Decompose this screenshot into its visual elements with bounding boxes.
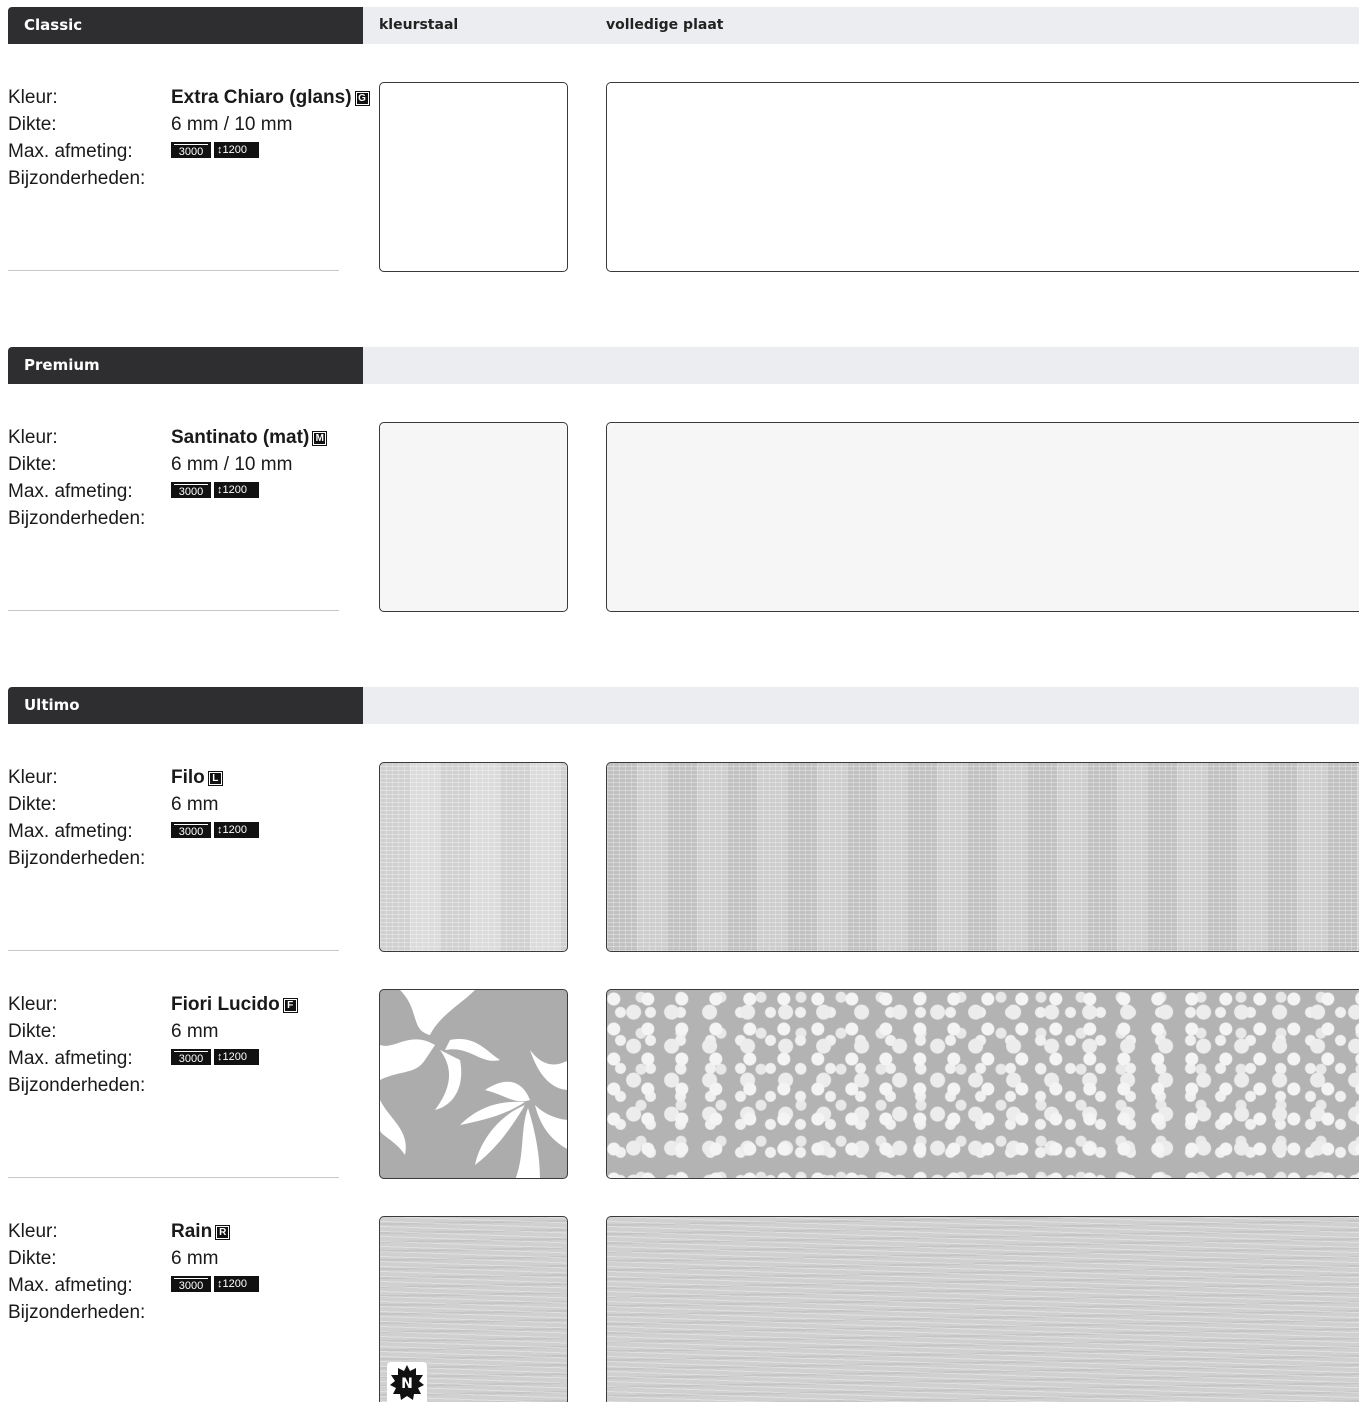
- swatch-sample: [379, 422, 568, 612]
- label-afmeting: Max. afmeting:: [8, 1275, 133, 1296]
- height-dimension: ↕1200: [214, 142, 259, 158]
- product-name-text: Santinato (mat): [171, 427, 310, 448]
- width-dimension: 3000: [171, 1276, 211, 1292]
- finish-badge: F: [282, 998, 298, 1013]
- max-dimensions: 3000 ↕1200: [171, 482, 259, 498]
- width-dimension: 3000: [171, 1049, 211, 1065]
- section-header-ultimo: Ultimo: [8, 687, 363, 724]
- section-title: Premium: [24, 356, 100, 374]
- section-header-classic: Classic: [8, 7, 363, 44]
- label-afmeting: Max. afmeting:: [8, 481, 133, 502]
- product-thickness: 6 mm / 10 mm: [171, 454, 293, 475]
- divider: [8, 270, 339, 271]
- product-name-text: Fiori Lucido: [171, 994, 280, 1015]
- product-thickness: 6 mm: [171, 794, 219, 815]
- section-title: Classic: [24, 16, 83, 34]
- product-name-text: Extra Chiaro (glans): [171, 87, 352, 108]
- label-dikte: Dikte:: [8, 114, 57, 135]
- new-badge: N: [387, 1362, 427, 1402]
- width-dimension: 3000: [171, 822, 211, 838]
- height-dimension: ↕1200: [214, 1049, 259, 1065]
- label-afmeting: Max. afmeting:: [8, 821, 133, 842]
- label-kleur: Kleur:: [8, 87, 58, 108]
- max-dimensions: 3000 ↕1200: [171, 1049, 259, 1065]
- label-bijzonderheden: Bijzonderheden:: [8, 508, 146, 529]
- section-header-band: [363, 687, 1359, 724]
- column-header-full: volledige plaat: [606, 17, 724, 33]
- finish-badge: L: [207, 771, 223, 786]
- label-bijzonderheden: Bijzonderheden:: [8, 1302, 146, 1323]
- width-dimension: 3000: [171, 482, 211, 498]
- label-kleur: Kleur:: [8, 767, 58, 788]
- column-header-swatch: kleurstaal: [379, 17, 459, 33]
- product-thickness: 6 mm / 10 mm: [171, 114, 293, 135]
- max-dimensions: 3000 ↕1200: [171, 142, 259, 158]
- product-name: Rain R: [171, 1218, 231, 1245]
- finish-badge: M: [312, 431, 328, 446]
- label-bijzonderheden: Bijzonderheden:: [8, 168, 146, 189]
- section-header-band: [363, 347, 1359, 384]
- height-dimension: ↕1200: [214, 1276, 259, 1292]
- max-dimensions: 3000 ↕1200: [171, 1276, 259, 1292]
- label-kleur: Kleur:: [8, 1221, 58, 1242]
- full-plate-preview: [606, 422, 1359, 612]
- product-thickness: 6 mm: [171, 1248, 219, 1269]
- finish-badge: R: [215, 1225, 231, 1240]
- label-dikte: Dikte:: [8, 794, 57, 815]
- label-afmeting: Max. afmeting:: [8, 141, 133, 162]
- full-plate-preview: [606, 762, 1359, 952]
- section-header-premium: Premium: [8, 347, 363, 384]
- label-bijzonderheden: Bijzonderheden:: [8, 848, 146, 869]
- divider: [8, 610, 339, 611]
- label-dikte: Dikte:: [8, 454, 57, 475]
- max-dimensions: 3000 ↕1200: [171, 822, 259, 838]
- full-plate-preview: [606, 1216, 1359, 1402]
- product-name: Santinato (mat) M: [171, 424, 328, 451]
- divider: [8, 950, 339, 951]
- svg-text:N: N: [401, 1376, 413, 1392]
- swatch-sample: N: [379, 1216, 568, 1402]
- product-name-text: Filo: [171, 767, 205, 788]
- height-dimension: ↕1200: [214, 482, 259, 498]
- full-plate-preview: [606, 82, 1359, 272]
- height-dimension: ↕1200: [214, 822, 259, 838]
- swatch-sample: [379, 82, 568, 272]
- label-kleur: Kleur:: [8, 427, 58, 448]
- label-dikte: Dikte:: [8, 1248, 57, 1269]
- width-dimension: 3000: [171, 142, 211, 158]
- section-header-band: kleurstaal volledige plaat: [363, 7, 1359, 44]
- swatch-sample: [379, 989, 568, 1179]
- flower-pattern: [380, 990, 567, 1178]
- full-plate-preview: [606, 989, 1359, 1179]
- new-star-icon: N: [390, 1365, 424, 1400]
- product-thickness: 6 mm: [171, 1021, 219, 1042]
- divider: [8, 1177, 339, 1178]
- product-name-text: Rain: [171, 1221, 213, 1242]
- product-name: Filo L: [171, 764, 223, 791]
- section-title: Ultimo: [24, 696, 80, 714]
- label-kleur: Kleur:: [8, 994, 58, 1015]
- swatch-sample: [379, 762, 568, 952]
- label-bijzonderheden: Bijzonderheden:: [8, 1075, 146, 1096]
- label-dikte: Dikte:: [8, 1021, 57, 1042]
- product-name: Fiori Lucido F: [171, 991, 298, 1018]
- finish-badge: G: [354, 91, 370, 106]
- label-afmeting: Max. afmeting:: [8, 1048, 133, 1069]
- product-name: Extra Chiaro (glans) G: [171, 84, 370, 111]
